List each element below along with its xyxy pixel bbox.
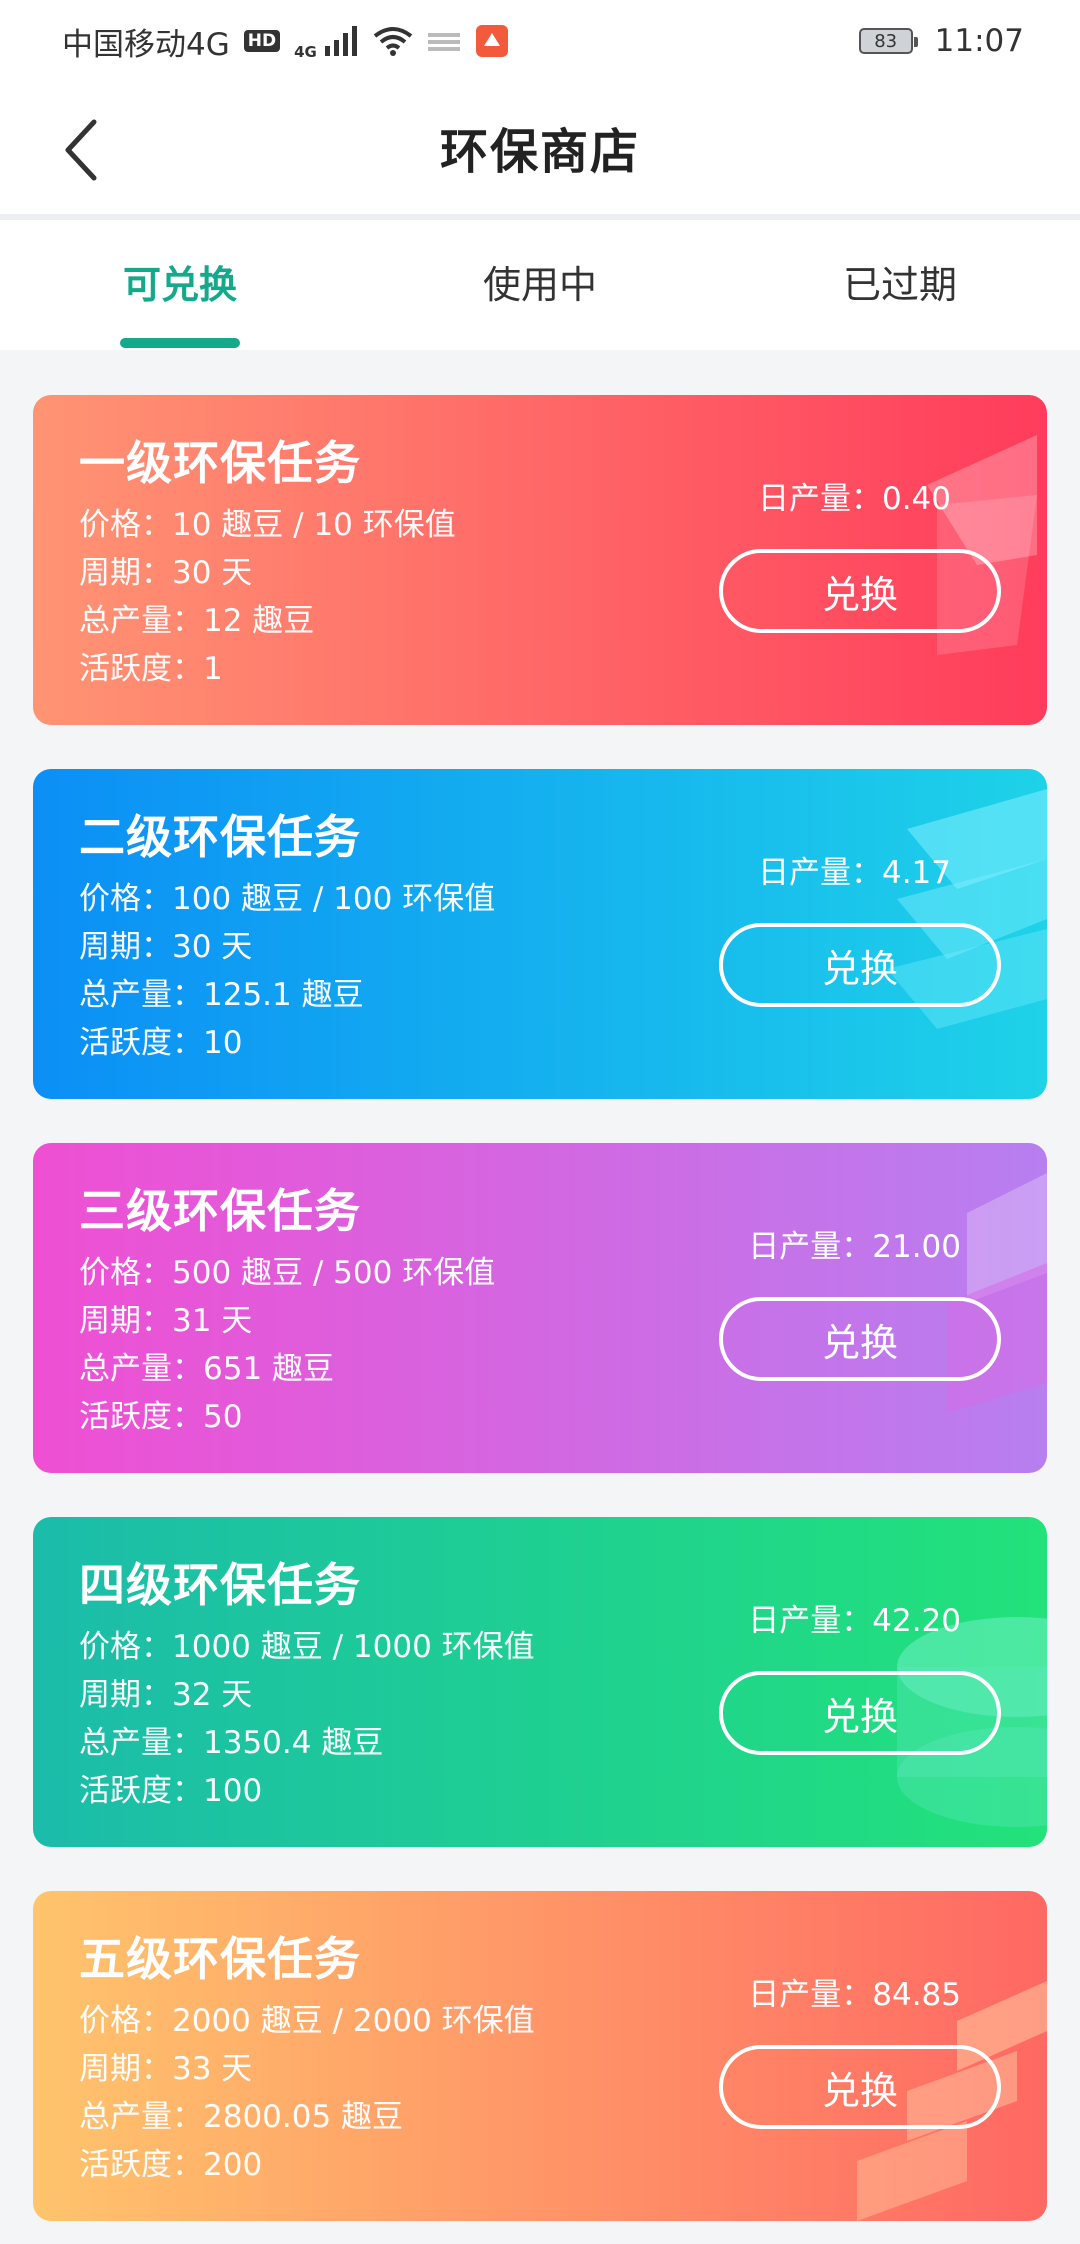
card-title: 五级环保任务 (79, 1932, 361, 1986)
hd-badge: HD (243, 30, 281, 52)
network-type-label: 4G (294, 42, 317, 61)
clock: 11:07 (934, 23, 1024, 59)
tab-in-use[interactable]: 使用中 (480, 254, 600, 309)
card-price: 价格：100 趣豆 / 100 环保值 (79, 881, 496, 917)
card-total-output: 总产量：1350.4 趣豆 (79, 1725, 384, 1761)
battery-level: 83 (874, 30, 898, 52)
card-daily-output: 日产量：0.40 (757, 481, 951, 517)
card-total-output: 总产量：12 趣豆 (79, 603, 315, 639)
redeem-button[interactable]: 兑换 (719, 923, 1001, 1007)
data-saver-icon (427, 29, 461, 53)
card-price: 价格：500 趣豆 / 500 环保值 (79, 1255, 496, 1291)
tab-redeemable[interactable]: 可兑换 (120, 254, 240, 309)
active-tab-indicator (120, 338, 240, 348)
card-price: 价格：2000 趣豆 / 2000 环保值 (79, 2003, 535, 2039)
card-price: 价格：1000 趣豆 / 1000 环保值 (79, 1629, 535, 1665)
app-notification-icon (475, 24, 509, 58)
card-total-output: 总产量：651 趣豆 (79, 1351, 335, 1387)
card-activity: 活跃度：50 (79, 1399, 243, 1435)
card-activity: 活跃度：100 (79, 1773, 263, 1809)
signal-icon (324, 26, 359, 56)
card-title: 四级环保任务 (79, 1558, 361, 1612)
card-total-output: 总产量：2800.05 趣豆 (79, 2099, 404, 2135)
card-activity: 活跃度：10 (79, 1025, 243, 1061)
redeem-button[interactable]: 兑换 (719, 1671, 1001, 1755)
card-price: 价格：10 趣豆 / 10 环保值 (79, 507, 456, 543)
status-bar-right: 83 11:07 (858, 23, 1024, 59)
card-activity: 活跃度：1 (79, 651, 223, 687)
status-bar-left: 中国移动4G HD 4G (62, 19, 509, 64)
wifi-icon (373, 26, 413, 56)
battery-icon: 83 (858, 28, 918, 54)
carrier-label: 中国移动4G (62, 26, 230, 63)
card-title: 一级环保任务 (79, 436, 361, 490)
redeem-button[interactable]: 兑换 (719, 2045, 1001, 2129)
task-card-level-3: 三级环保任务 价格：500 趣豆 / 500 环保值 周期：31 天 总产量：6… (33, 1143, 1047, 1473)
tab-expired[interactable]: 已过期 (840, 254, 960, 309)
card-title: 二级环保任务 (79, 810, 361, 864)
card-daily-output: 日产量：21.00 (748, 1229, 961, 1265)
redeem-button[interactable]: 兑换 (719, 549, 1001, 633)
task-card-level-5: 五级环保任务 价格：2000 趣豆 / 2000 环保值 周期：33 天 总产量… (33, 1891, 1047, 2221)
card-period: 周期：33 天 (79, 2051, 253, 2087)
card-daily-output: 日产量：84.85 (748, 1977, 961, 2013)
task-card-level-4: 四级环保任务 价格：1000 趣豆 / 1000 环保值 周期：32 天 总产量… (33, 1517, 1047, 1847)
card-total-output: 总产量：125.1 趣豆 (79, 977, 364, 1013)
card-title: 三级环保任务 (79, 1184, 361, 1238)
card-daily-output: 日产量：42.20 (748, 1603, 961, 1639)
page-title: 环保商店 (439, 124, 640, 180)
card-period: 周期：30 天 (79, 555, 253, 591)
card-period: 周期：31 天 (79, 1303, 253, 1339)
card-activity: 活跃度：200 (79, 2147, 263, 2183)
redeem-button[interactable]: 兑换 (719, 1297, 1001, 1381)
status-bar: 中国移动4G HD 4G 83 11:07 (0, 0, 1080, 82)
tab-bar: 可兑换 使用中 已过期 (0, 220, 1080, 350)
card-period: 周期：30 天 (79, 929, 253, 965)
card-daily-output: 日产量：4.17 (757, 855, 951, 891)
card-period: 周期：32 天 (79, 1677, 253, 1713)
task-card-level-1: 一级环保任务 价格：10 趣豆 / 10 环保值 周期：30 天 总产量：12 … (33, 395, 1047, 725)
task-card-level-2: 二级环保任务 价格：100 趣豆 / 100 环保值 周期：30 天 总产量：1… (33, 769, 1047, 1099)
app-header: 环保商店 (0, 82, 1080, 214)
